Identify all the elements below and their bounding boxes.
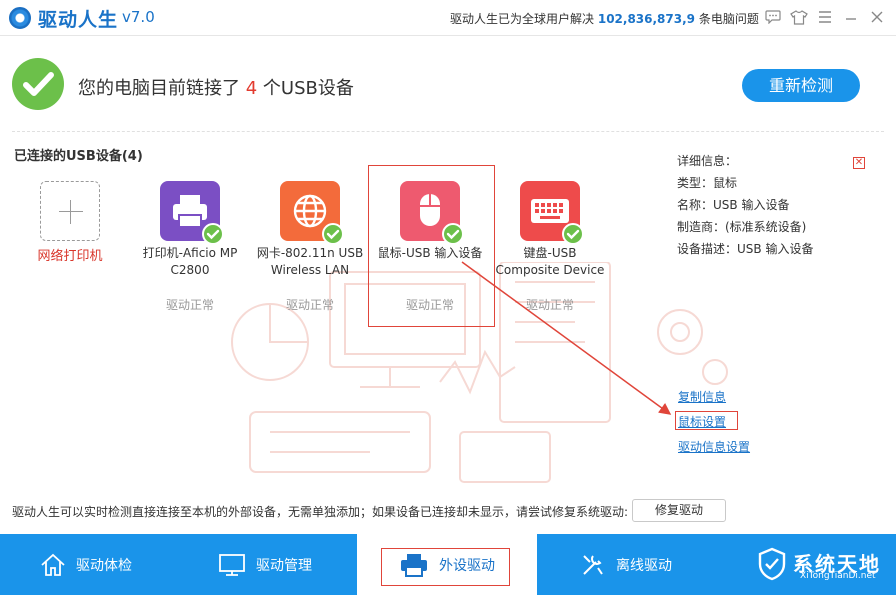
detail-type: 类型：鼠标 [677,176,738,190]
mouse-settings-highlight [675,411,738,430]
repair-driver-button[interactable]: 修复驱动 [632,499,726,522]
detail-name: 名称：USB 输入设备 [677,198,790,212]
active-nav-highlight [381,548,510,586]
detail-close-icon[interactable]: ✕ [853,157,865,169]
detail-heading: 详细信息： [677,154,738,168]
detail-description: 设备描述：USB 输入设备 [677,242,814,256]
driver-info-settings-link[interactable]: 驱动信息设置 [678,438,750,455]
monitor-icon [219,553,245,576]
shield-icon [758,547,786,581]
copy-info-link[interactable]: 复制信息 [678,388,726,405]
detail-manufacturer: 制造商：(标准系统设备) [677,220,807,234]
nav-offline-driver[interactable]: 离线驱动 [580,534,672,595]
usb-hint-text: 驱动人生可以实时检测直接连接至本机的外部设备，无需单独添加；如果设备已连接却未显… [12,505,629,519]
nav-label: 驱动管理 [256,557,312,574]
detail-panel: 详细信息： 类型：鼠标 名称：USB 输入设备 制造商：(标准系统设备) 设备描… [677,152,877,262]
nav-driver-manage[interactable]: 驱动管理 [218,534,312,595]
tools-icon [583,554,603,575]
nav-driver-checkup[interactable]: 驱动体检 [40,534,132,595]
nav-label: 离线驱动 [616,557,672,574]
home-icon [41,553,65,576]
nav-label: 驱动体检 [76,557,132,574]
brand-url: XiTongTianDi.net [800,571,876,581]
